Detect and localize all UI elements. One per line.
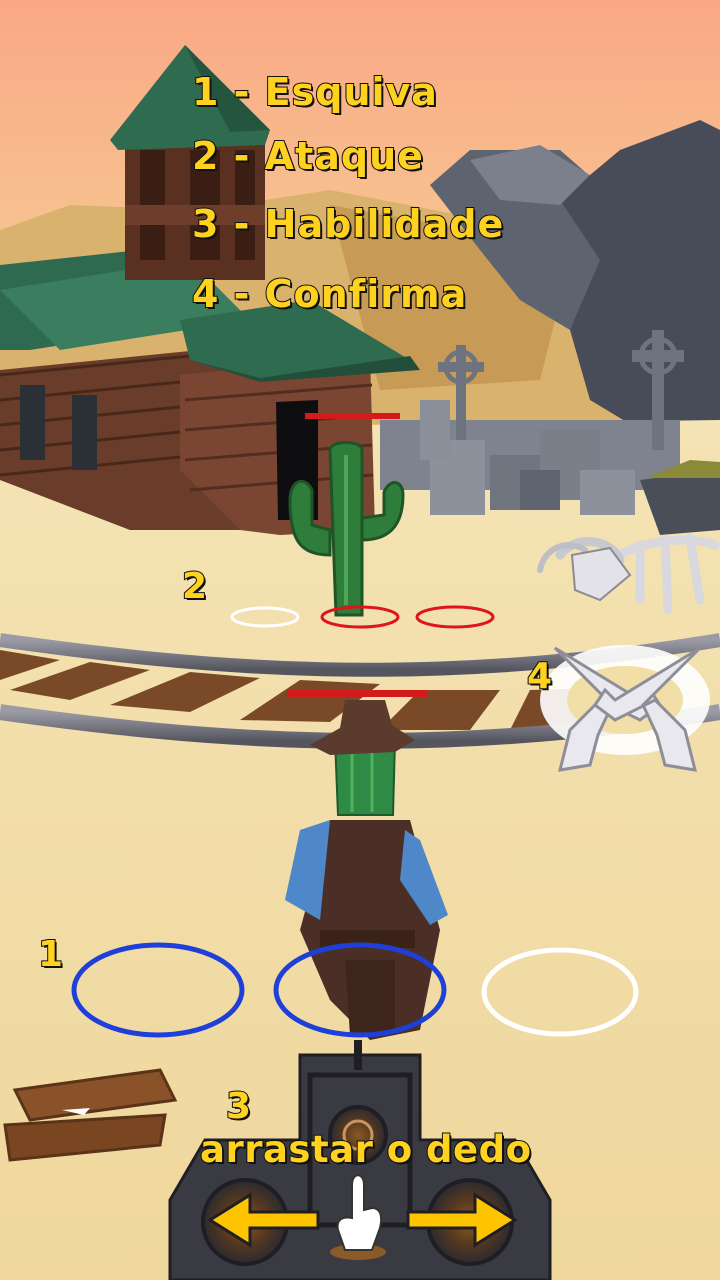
legend-dodge: 1 - Esquiva xyxy=(191,69,438,115)
marker-dodge: 1 xyxy=(37,933,64,976)
drag-hint: arrastar o dedo xyxy=(199,1127,532,1172)
marker-attack: 2 xyxy=(181,565,208,608)
game-scene xyxy=(0,0,720,1280)
enemy-health-bar xyxy=(305,413,400,419)
legend-ability: 3 - Habilidade xyxy=(191,201,505,247)
player-health-bar xyxy=(287,690,427,697)
legend-attack: 2 - Ataque xyxy=(191,133,424,179)
confirm-button[interactable] xyxy=(540,645,710,772)
marker-ability: 3 xyxy=(225,1085,252,1128)
marker-confirm: 4 xyxy=(526,655,553,698)
legend-confirm: 4 - Confirma xyxy=(191,271,468,317)
